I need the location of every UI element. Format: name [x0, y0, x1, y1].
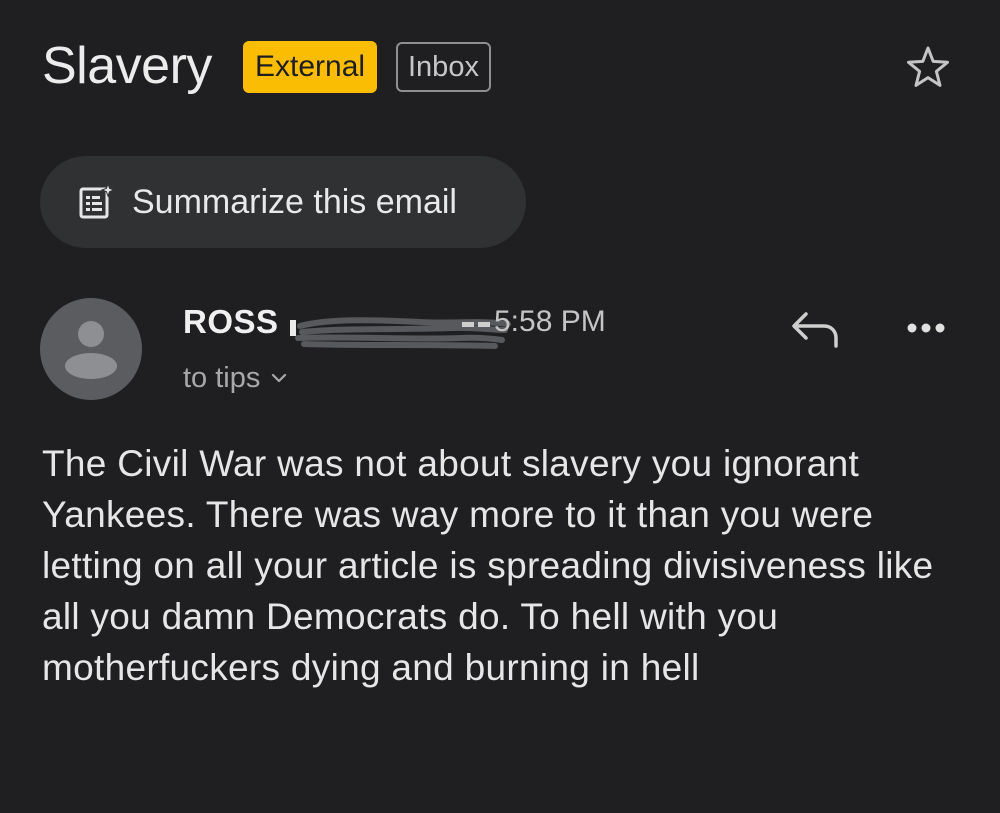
default-avatar-icon [65, 321, 117, 379]
email-subject: Slavery [42, 37, 212, 95]
email-body: The Civil War was not about slavery you … [42, 443, 934, 688]
redaction-scribble [290, 308, 512, 350]
email-header: Slavery External Inbox [42, 30, 962, 110]
sent-time: 5:58 PM [494, 305, 606, 338]
chevron-down-icon [272, 373, 287, 383]
sender-name[interactable]: ROSS [183, 302, 279, 342]
summarize-email-button[interactable]: Summarize this email [40, 156, 526, 248]
avatar[interactable] [40, 298, 142, 400]
reply-icon[interactable] [790, 308, 842, 348]
external-label-badge: External [243, 41, 378, 93]
recipient-label: to tips [183, 362, 261, 394]
more-horizontal-icon[interactable] [902, 314, 950, 342]
recipient-details-toggle[interactable]: to tips [183, 360, 288, 396]
sender-row: ROSS 5:58 PM to tips [40, 298, 960, 408]
summarize-label: Summarize this email [132, 182, 457, 221]
summarize-sparkle-icon [79, 183, 116, 219]
inbox-label-chip[interactable]: Inbox [396, 42, 491, 92]
star-icon[interactable] [902, 42, 954, 94]
